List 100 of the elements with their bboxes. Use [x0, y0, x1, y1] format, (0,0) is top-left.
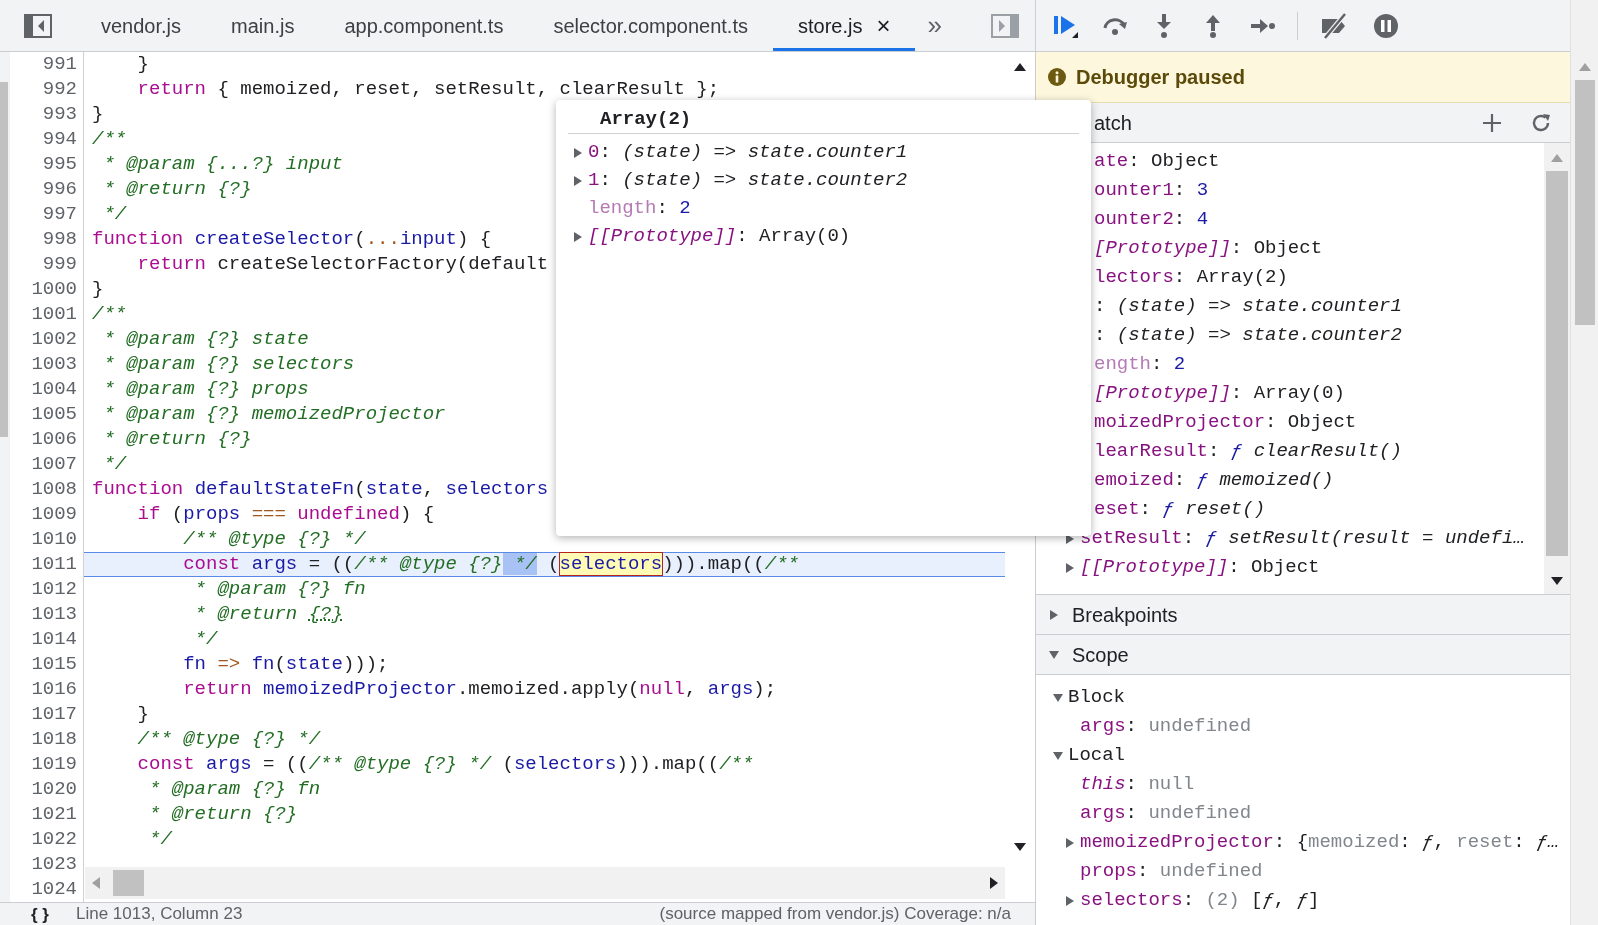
code-line: const args = ((/** @type {?} */ (selectors))).map((/** [136, 753, 754, 776]
scope-variable: this: null [1080, 772, 1195, 798]
code-line: */ [148, 828, 172, 851]
source-info: (source mapped from vendor.js) Coverage: n/a [659, 903, 1011, 925]
triangle-right-icon[interactable] [1064, 836, 1076, 849]
section-header[interactable]: Scope [1036, 635, 1570, 675]
line-number: 997 [42, 202, 77, 227]
scrollbar-thumb[interactable] [113, 870, 144, 896]
line-number: 1003 [31, 352, 77, 377]
triangle-down-icon[interactable] [1048, 648, 1060, 661]
line-number: 1017 [31, 702, 77, 727]
line-number: 1011 [31, 552, 77, 577]
triangle-right-icon[interactable] [572, 174, 584, 187]
watch-property: [Prototype]]: Array(0) [1094, 381, 1345, 407]
line-number: 996 [42, 177, 77, 202]
triangle-right-icon[interactable] [1064, 561, 1076, 574]
code-line: return { memoized, reset, setResult, clearResult }; [136, 78, 720, 101]
line-number: 1014 [31, 627, 77, 652]
code-line: } [136, 703, 149, 726]
code-line: * @return {?} [102, 178, 252, 201]
watch-property: ength: 2 [1094, 352, 1186, 378]
scroll-down-icon[interactable] [1550, 576, 1564, 586]
panel-toggle-icon[interactable] [24, 13, 52, 38]
line-number: 1022 [31, 827, 77, 852]
section-header[interactable]: Breakpoints [1036, 595, 1570, 635]
line-number: 1001 [31, 302, 77, 327]
paused-banner: Debugger paused [1036, 52, 1570, 103]
line-number: 1018 [31, 727, 77, 752]
code-line: /** [92, 128, 127, 151]
code-line: /** [92, 303, 127, 326]
code-line: fn => fn(state))); [182, 653, 389, 676]
pretty-print-button[interactable]: { } [20, 905, 60, 923]
scrollbar-thumb[interactable] [1546, 171, 1568, 556]
line-number: 1016 [31, 677, 77, 702]
section-title[interactable]: atch [1094, 107, 1132, 138]
line-number: 1005 [31, 402, 77, 427]
triangle-right-icon[interactable] [1064, 894, 1076, 907]
file-tab[interactable]: vendor.js [76, 0, 207, 51]
code-line: * @param {?} props [102, 378, 309, 401]
file-tab[interactable]: selector.component.ts [528, 0, 773, 51]
code-line: */ [102, 203, 127, 226]
scroll-down-icon[interactable] [1013, 842, 1027, 852]
code-line: * @param {?} state [102, 328, 309, 351]
file-tab[interactable]: main.js [206, 0, 320, 51]
cursor-position: Line 1013, Column 23 [76, 903, 243, 925]
refresh-icon[interactable] [1530, 111, 1552, 134]
code-line: * @param {?} selectors [102, 353, 355, 376]
code-line: function createSelector(...input) { [92, 228, 492, 251]
line-number: 995 [42, 152, 77, 177]
code-line: } [92, 103, 104, 126]
watch-property: learResult: ƒ clearResult() [1094, 439, 1402, 465]
triangle-right-icon[interactable] [572, 230, 584, 243]
scroll-right-icon[interactable] [989, 876, 999, 890]
code-line: const args = ((/** @type {?} */ (selectors))).map((/** [182, 553, 799, 576]
file-tab[interactable]: app.component.ts [319, 0, 529, 51]
array-entry: [[Prototype]]: Array(0) [588, 224, 851, 250]
popover-title: Array(2) [600, 107, 692, 133]
scope-variable: args: undefined [1080, 714, 1252, 740]
more-tabs-button[interactable]: » [915, 0, 954, 51]
watch-property: lectors: Array(2) [1094, 265, 1288, 291]
panel-toggle-icon[interactable] [991, 13, 1019, 38]
triangle-down-icon[interactable] [1052, 691, 1064, 704]
line-number: 998 [42, 227, 77, 252]
watch-property: [[Prototype]]: Object [1080, 555, 1320, 581]
watch-property: : (state) => state.counter1 [1094, 294, 1402, 320]
code-line: return createSelectorFactory(default [136, 253, 549, 276]
scroll-up-icon[interactable] [1013, 62, 1027, 72]
scrollbar-thumb[interactable] [0, 82, 8, 437]
code-line: } [136, 53, 149, 76]
watch-property: eset: ƒ reset() [1094, 497, 1266, 523]
file-tab[interactable]: store.js × [773, 0, 916, 51]
triangle-right-icon[interactable] [572, 146, 584, 159]
line-number: 991 [42, 52, 77, 77]
line-number: 1002 [31, 327, 77, 352]
code-line: /** @type {?} */ [182, 528, 366, 551]
scope-variable: selectors: (2) [ƒ, ƒ] [1080, 888, 1320, 914]
code-line: */ [102, 453, 127, 476]
triangle-right-icon[interactable] [1048, 608, 1060, 621]
line-number: 1024 [31, 877, 77, 902]
watch-property: moizedProjector: Object [1094, 410, 1357, 436]
code-line: /** @type {?} */ [136, 728, 321, 751]
triangle-down-icon[interactable] [1052, 749, 1064, 762]
line-number: 1006 [31, 427, 77, 452]
pause-on-exceptions-icon[interactable] [1372, 11, 1400, 40]
line-number: 1004 [31, 377, 77, 402]
watch-property: setResult: ƒ setResult(result = undefi… [1080, 526, 1525, 552]
array-entry: length: 2 [588, 196, 691, 222]
array-entry: 1: (state) => state.counter2 [588, 168, 908, 194]
line-number: 999 [42, 252, 77, 277]
plus-icon[interactable] [1482, 112, 1502, 133]
code-line: if (props === undefined) { [136, 503, 435, 526]
array-entry: 0: (state) => state.counter1 [588, 140, 908, 166]
line-number: 994 [42, 127, 77, 152]
watch-property: emoized: ƒ memoized() [1094, 468, 1334, 494]
line-number: 1020 [31, 777, 77, 802]
scrollbar-thumb[interactable] [1574, 80, 1595, 325]
info-icon [1048, 68, 1066, 86]
code-line: return memoizedProjector.memoized.apply(null, args); [182, 678, 777, 701]
line-number: 1021 [31, 802, 77, 827]
line-number: 1009 [31, 502, 77, 527]
